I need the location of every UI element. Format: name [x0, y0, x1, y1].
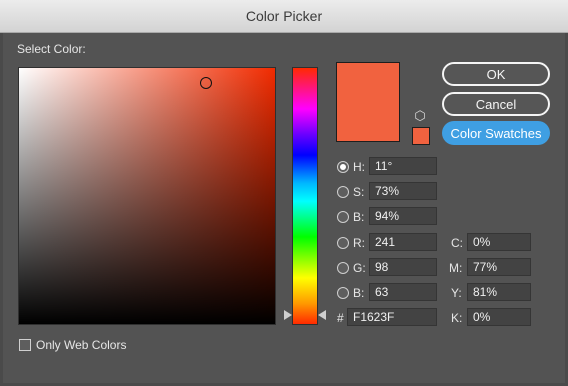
- red-label: R:: [353, 236, 365, 250]
- hex-label: #: [337, 311, 344, 325]
- blue-radio[interactable]: [337, 287, 349, 299]
- brightness-radio[interactable]: [337, 211, 349, 223]
- brightness-input[interactable]: 94%: [369, 207, 437, 225]
- hue-row[interactable]: H:: [337, 160, 365, 174]
- yellow-label: Y:: [451, 286, 462, 300]
- web-safe-color-swatch[interactable]: [412, 127, 430, 145]
- yellow-input[interactable]: 81%: [467, 283, 531, 301]
- hex-input[interactable]: F1623F: [347, 308, 437, 326]
- magenta-label: M:: [449, 261, 463, 275]
- blue-label: B:: [353, 286, 365, 300]
- green-row[interactable]: G:: [337, 261, 366, 275]
- cube-icon[interactable]: ⬡: [413, 109, 427, 123]
- green-radio[interactable]: [337, 262, 349, 274]
- saturation-row[interactable]: S:: [337, 185, 364, 199]
- current-color-preview: [336, 62, 400, 142]
- color-picker-dialog: Select Color: ⬡ OK Cancel Color Swatches…: [3, 33, 565, 383]
- ok-button[interactable]: OK: [442, 62, 550, 86]
- magenta-input[interactable]: 77%: [467, 258, 531, 276]
- only-web-colors-label[interactable]: Only Web Colors: [36, 338, 126, 352]
- select-color-label: Select Color:: [17, 42, 86, 56]
- brightness-row[interactable]: B:: [337, 210, 364, 224]
- color-field-picker-circle[interactable]: [200, 77, 212, 89]
- color-swatches-button[interactable]: Color Swatches: [442, 121, 550, 145]
- green-label: G:: [353, 261, 366, 275]
- color-field[interactable]: [18, 67, 276, 325]
- saturation-input[interactable]: 73%: [369, 182, 437, 200]
- hex-row: #: [337, 311, 344, 325]
- blue-input[interactable]: 63: [369, 283, 437, 301]
- black-input[interactable]: 0%: [467, 308, 531, 326]
- black-label: K:: [451, 311, 463, 325]
- cyan-input[interactable]: 0%: [467, 233, 531, 251]
- hue-slider-right-arrow-icon[interactable]: [318, 310, 326, 320]
- saturation-radio[interactable]: [337, 186, 349, 198]
- hue-radio[interactable]: [337, 161, 349, 173]
- brightness-label: B:: [353, 210, 365, 224]
- window-titlebar: Color Picker: [0, 0, 568, 33]
- hue-slider-left-arrow-icon[interactable]: [284, 310, 292, 320]
- blue-row[interactable]: B:: [337, 286, 364, 300]
- red-radio[interactable]: [337, 237, 349, 249]
- cancel-button[interactable]: Cancel: [442, 92, 550, 116]
- red-row[interactable]: R:: [337, 236, 365, 250]
- hue-label: H:: [353, 160, 365, 174]
- saturation-label: S:: [353, 185, 365, 199]
- cyan-label: C:: [451, 236, 463, 250]
- hue-input[interactable]: 11°: [369, 157, 437, 175]
- green-input[interactable]: 98: [369, 258, 437, 276]
- red-input[interactable]: 241: [369, 233, 437, 251]
- window-title: Color Picker: [245, 8, 323, 24]
- only-web-colors-checkbox[interactable]: [19, 339, 31, 351]
- hue-slider[interactable]: [292, 67, 318, 325]
